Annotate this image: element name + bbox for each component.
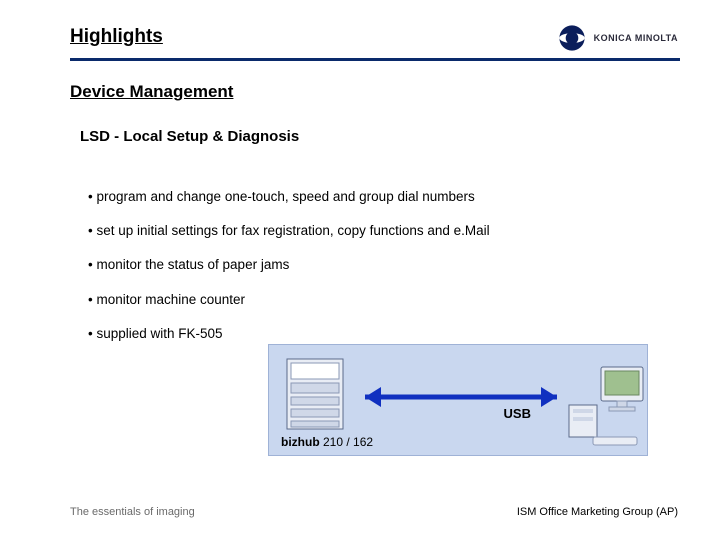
bullet-text: program and change one-touch, speed and … <box>96 189 474 204</box>
list-item: • set up initial settings for fax regist… <box>88 222 660 240</box>
title-rule <box>70 58 680 61</box>
pc-monitor-icon <box>569 367 643 445</box>
connection-diagram: USB bizhub 210 / 162 <box>268 344 648 456</box>
list-item: • monitor machine counter <box>88 291 660 309</box>
bullet-text: monitor the status of paper jams <box>96 257 289 272</box>
diagram-device-label: bizhub 210 / 162 <box>281 435 373 449</box>
tagline: The essentials of imaging <box>70 506 195 518</box>
section-heading: LSD - Local Setup & Diagnosis <box>80 128 299 145</box>
diagram-device-brand: bizhub <box>281 435 320 449</box>
bullet-text: monitor machine counter <box>96 292 245 307</box>
konica-minolta-logo-icon <box>558 24 586 52</box>
usb-double-arrow-icon <box>365 387 557 407</box>
list-item: • program and change one-touch, speed an… <box>88 188 660 206</box>
brand-name: KONICA MINOLTA <box>594 33 678 43</box>
slide: Highlights KONICA MINOLTA Device Managem… <box>0 0 720 540</box>
subtitle: Device Management <box>70 82 233 102</box>
list-item: • supplied with FK-505 <box>88 325 660 343</box>
diagram-usb-label: USB <box>504 406 531 421</box>
bullet-text: set up initial settings for fax registra… <box>96 223 489 238</box>
list-item: • monitor the status of paper jams <box>88 256 660 274</box>
bullet-list: • program and change one-touch, speed an… <box>88 188 660 359</box>
brand-block: KONICA MINOLTA <box>558 24 678 52</box>
diagram-device-models: 210 / 162 <box>320 435 373 449</box>
mfp-printer-icon <box>287 359 343 429</box>
footer-text: ISM Office Marketing Group (AP) <box>517 506 678 518</box>
bullet-text: supplied with FK-505 <box>96 326 222 341</box>
